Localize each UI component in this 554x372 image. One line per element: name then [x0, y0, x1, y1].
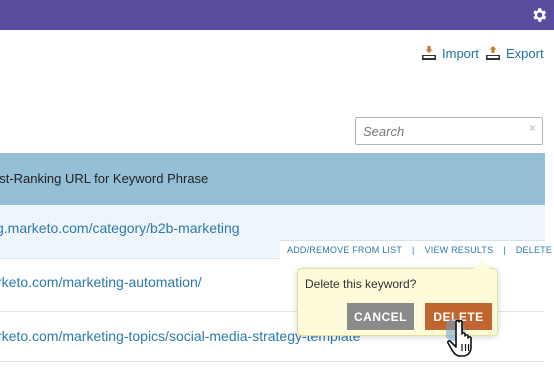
top-nav-bar	[0, 0, 554, 30]
cancel-button[interactable]: CANCEL	[347, 303, 414, 330]
import-label: Import	[442, 45, 479, 61]
import-icon	[422, 46, 436, 60]
column-header-ranking-url[interactable]: est-Ranking URL for Keyword Phrase	[0, 171, 208, 186]
hand-pointer-icon	[446, 319, 472, 357]
action-separator: |	[412, 245, 415, 255]
url-link[interactable]: rketo.com/marketing-automation/	[0, 274, 202, 290]
search-placeholder: Search	[363, 124, 405, 139]
add-remove-from-list-link[interactable]: ADD/REMOVE FROM LIST	[287, 245, 402, 255]
search-input[interactable]: Search ×	[355, 117, 543, 145]
popover-caret	[474, 261, 490, 269]
gear-icon[interactable]	[530, 6, 548, 24]
export-label: Export	[506, 45, 544, 61]
delete-link[interactable]: DELETE	[516, 245, 552, 255]
row-action-bar: ADD/REMOVE FROM LIST | VIEW RESULTS | DE…	[280, 240, 552, 259]
export-icon	[486, 46, 500, 60]
view-results-link[interactable]: VIEW RESULTS	[425, 245, 494, 255]
action-separator: |	[503, 245, 506, 255]
url-link[interactable]: g.marketo.com/category/b2b-marketing	[0, 220, 240, 236]
table-header: est-Ranking URL for Keyword Phrase	[0, 153, 545, 205]
clear-search-icon[interactable]: ×	[529, 121, 536, 135]
import-link[interactable]: Import	[422, 43, 479, 63]
export-link[interactable]: Export	[486, 43, 544, 63]
delete-confirm-question: Delete this keyword?	[305, 277, 417, 291]
